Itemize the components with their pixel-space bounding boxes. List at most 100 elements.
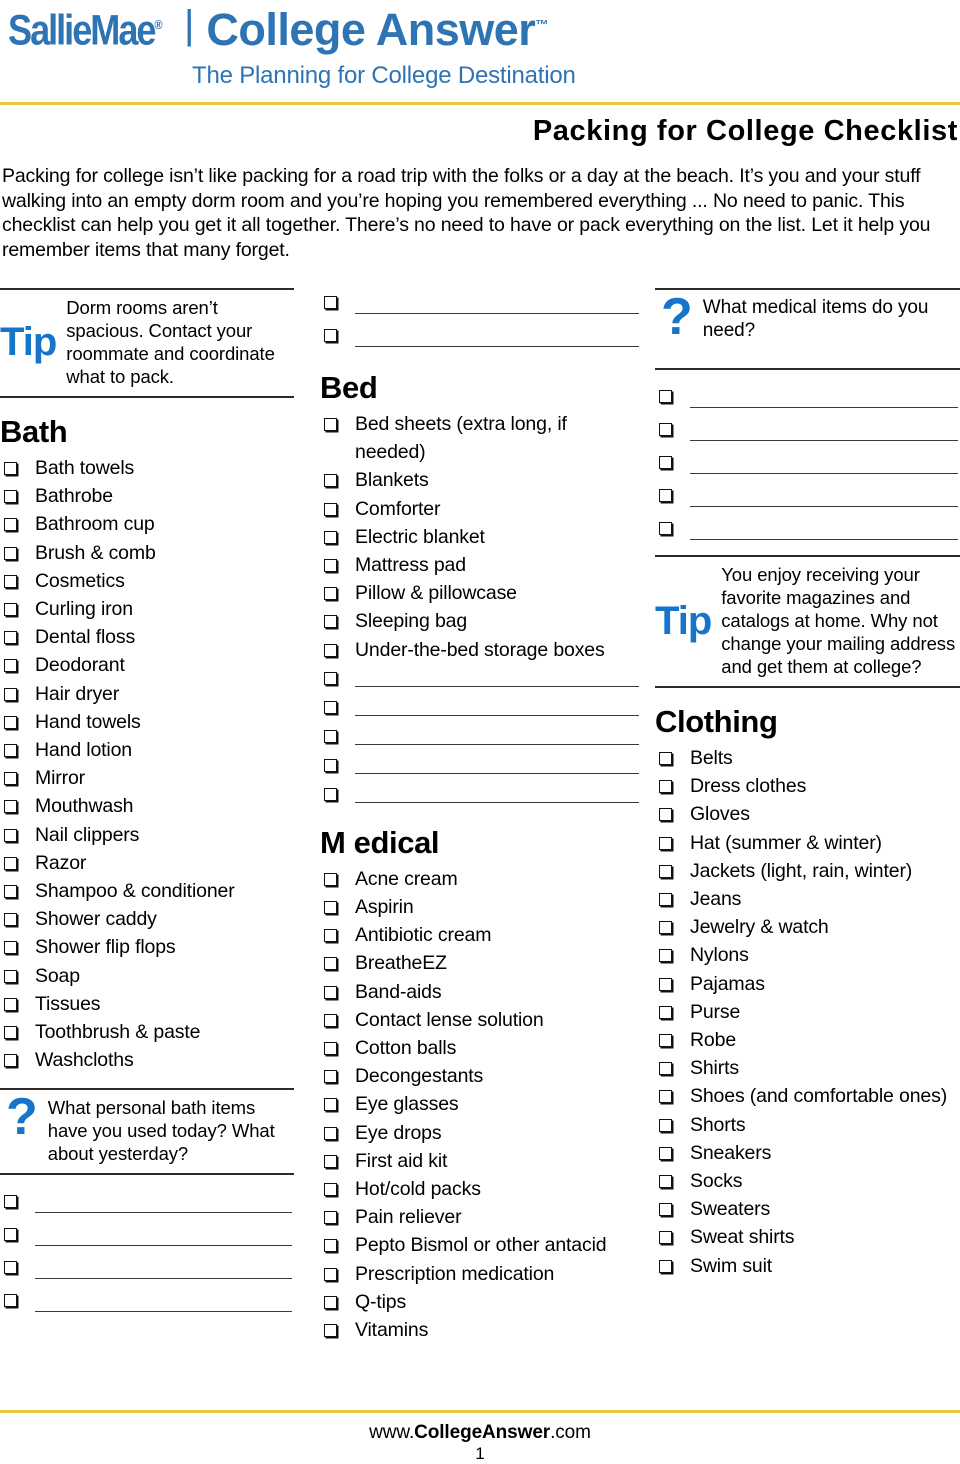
checkbox-icon[interactable] (4, 518, 17, 532)
write-in-line[interactable] (690, 481, 958, 507)
checkbox-icon[interactable] (324, 957, 337, 971)
checklist-item[interactable]: Purse (655, 998, 960, 1026)
checkbox-icon[interactable] (324, 671, 337, 685)
checkbox-icon[interactable] (4, 913, 17, 927)
checklist-item[interactable]: Dental floss (0, 623, 294, 651)
checklist-item[interactable]: First aid kit (320, 1147, 641, 1175)
checklist-item[interactable]: Decongestants (320, 1062, 641, 1090)
checklist-item[interactable]: BreatheEZ (320, 949, 641, 977)
checklist-item[interactable]: Contact lense solution (320, 1006, 641, 1034)
checklist-item[interactable]: Bath towels (0, 454, 294, 482)
checkbox-icon[interactable] (659, 864, 672, 878)
checkbox-icon[interactable] (324, 787, 337, 801)
blank-checklist-row[interactable] (655, 448, 960, 481)
checkbox-icon[interactable] (324, 530, 337, 544)
checklist-item[interactable]: Under-the-bed storage boxes (320, 636, 641, 664)
checklist-item[interactable]: Tissues (0, 990, 294, 1018)
checklist-item[interactable]: Gloves (655, 800, 960, 828)
checklist-item[interactable]: Dress clothes (655, 772, 960, 800)
checkbox-icon[interactable] (659, 780, 672, 794)
checkbox-icon[interactable] (659, 1231, 672, 1245)
checkbox-icon[interactable] (4, 490, 17, 504)
checkbox-icon[interactable] (324, 1267, 337, 1281)
checklist-item[interactable]: Hot/cold packs (320, 1175, 641, 1203)
checklist-item[interactable]: Antibiotic cream (320, 921, 641, 949)
checkbox-icon[interactable] (324, 1239, 337, 1253)
checkbox-icon[interactable] (324, 700, 337, 714)
checklist-item[interactable]: Aspirin (320, 893, 641, 921)
blank-checklist-row[interactable] (0, 1220, 294, 1253)
checkbox-icon[interactable] (324, 1324, 337, 1338)
checkbox-icon[interactable] (659, 752, 672, 765)
checkbox-icon[interactable] (324, 1042, 337, 1056)
checkbox-icon[interactable] (4, 603, 17, 617)
checkbox-icon[interactable] (324, 729, 337, 743)
checkbox-icon[interactable] (4, 687, 17, 701)
checkbox-icon[interactable] (324, 502, 337, 516)
blank-checklist-row[interactable] (655, 481, 960, 514)
checklist-item[interactable]: Hand lotion (0, 736, 294, 764)
checklist-item[interactable]: Mirror (0, 764, 294, 792)
checklist-item[interactable]: Shoes (and comfortable ones) (655, 1082, 960, 1110)
checklist-item[interactable]: Jeans (655, 885, 960, 913)
checklist-item[interactable]: Pain reliever (320, 1203, 641, 1231)
write-in-line[interactable] (35, 1220, 292, 1247)
checklist-item[interactable]: Belts (655, 744, 960, 772)
checkbox-icon[interactable] (659, 949, 672, 963)
checklist-item[interactable]: Shampoo & conditioner (0, 877, 294, 905)
checklist-item[interactable]: Cosmetics (0, 567, 294, 595)
checkbox-icon[interactable] (4, 1054, 17, 1068)
write-in-line[interactable] (355, 321, 639, 347)
checklist-item[interactable]: Nail clippers (0, 821, 294, 849)
checklist-item[interactable]: Washcloths (0, 1046, 294, 1074)
checkbox-icon[interactable] (4, 885, 17, 899)
checkbox-icon[interactable] (324, 901, 337, 915)
blank-checklist-row[interactable] (320, 288, 641, 321)
footer-website[interactable]: www.CollegeAnswer.com (0, 1421, 960, 1444)
checkbox-icon[interactable] (4, 1195, 17, 1209)
write-in-line[interactable] (355, 693, 639, 716)
checkbox-icon[interactable] (659, 1175, 672, 1189)
checklist-item[interactable]: Bed sheets (extra long, if needed) (320, 410, 641, 466)
checkbox-icon[interactable] (4, 659, 17, 673)
write-in-line[interactable] (355, 288, 639, 314)
blank-checklist-row[interactable] (0, 1286, 294, 1319)
checklist-item[interactable]: Mouthwash (0, 792, 294, 820)
checklist-item[interactable]: Deodorant (0, 651, 294, 679)
checklist-item[interactable]: Hat (summer & winter) (655, 829, 960, 857)
write-in-line[interactable] (355, 780, 639, 803)
checklist-item[interactable]: Prescription medication (320, 1260, 641, 1288)
checklist-item[interactable]: Pajamas (655, 970, 960, 998)
checklist-item[interactable]: Vitamins (320, 1316, 641, 1344)
blank-checklist-row[interactable] (320, 722, 641, 751)
checkbox-icon[interactable] (659, 921, 672, 935)
checkbox-icon[interactable] (324, 296, 337, 309)
blank-checklist-row[interactable] (320, 664, 641, 693)
write-in-line[interactable] (355, 751, 639, 774)
checkbox-icon[interactable] (324, 1070, 337, 1084)
checkbox-icon[interactable] (324, 1098, 337, 1112)
checkbox-icon[interactable] (659, 423, 672, 436)
checklist-item[interactable]: Hair dryer (0, 680, 294, 708)
checklist-item[interactable]: Toothbrush & paste (0, 1018, 294, 1046)
checkbox-icon[interactable] (659, 456, 672, 469)
checkbox-icon[interactable] (4, 800, 17, 814)
checklist-item[interactable]: Bathroom cup (0, 510, 294, 538)
checklist-item[interactable]: Swim suit (655, 1252, 960, 1280)
checklist-item[interactable]: Band-aids (320, 978, 641, 1006)
checklist-item[interactable]: Hand towels (0, 708, 294, 736)
checkbox-icon[interactable] (4, 631, 17, 645)
checkbox-icon[interactable] (4, 462, 17, 475)
checkbox-icon[interactable] (4, 828, 17, 842)
checkbox-icon[interactable] (4, 546, 17, 560)
write-in-line[interactable] (690, 514, 958, 540)
checklist-item[interactable]: Razor (0, 849, 294, 877)
checkbox-icon[interactable] (4, 574, 17, 588)
checkbox-icon[interactable] (659, 893, 672, 907)
checkbox-icon[interactable] (659, 1034, 672, 1048)
checklist-item[interactable]: Pepto Bismol or other antacid (320, 1231, 641, 1259)
checkbox-icon[interactable] (659, 1090, 672, 1104)
checklist-item[interactable]: Pillow & pillowcase (320, 579, 641, 607)
checklist-item[interactable]: Jewelry & watch (655, 913, 960, 941)
blank-checklist-row[interactable] (655, 415, 960, 448)
